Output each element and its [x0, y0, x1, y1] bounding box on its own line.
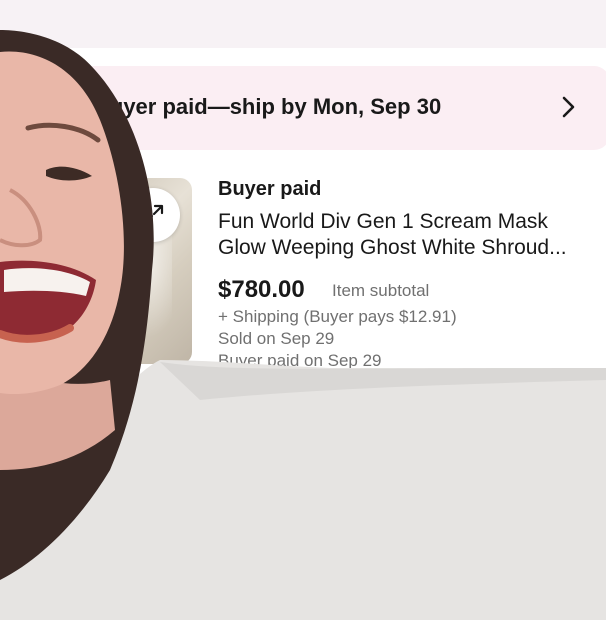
chevron-right-icon[interactable] — [556, 95, 580, 119]
price-label: Item subtotal — [332, 281, 430, 300]
order-status: Buyer paid — [218, 178, 322, 200]
item-price: $780.00 — [218, 276, 305, 303]
item-title-line-1[interactable]: Fun World Div Gen 1 Scream Mask — [218, 210, 548, 234]
shipping-info: + Shipping (Buyer pays $12.91) — [218, 307, 457, 326]
banner-text: Buyer paid—ship by Mon, Sep 30 — [94, 94, 442, 119]
paid-date: Buyer paid on Sep 29 — [218, 351, 382, 370]
top-strip — [0, 0, 606, 48]
sold-date: Sold on Sep 29 — [218, 329, 335, 348]
item-title-line-2[interactable]: Glow Weeping Ghost White Shroud... — [218, 236, 606, 260]
expand-icon[interactable] — [126, 188, 180, 242]
screen: Buyer paid—ship by Mon, Sep 30 Buyer pai… — [0, 0, 606, 620]
